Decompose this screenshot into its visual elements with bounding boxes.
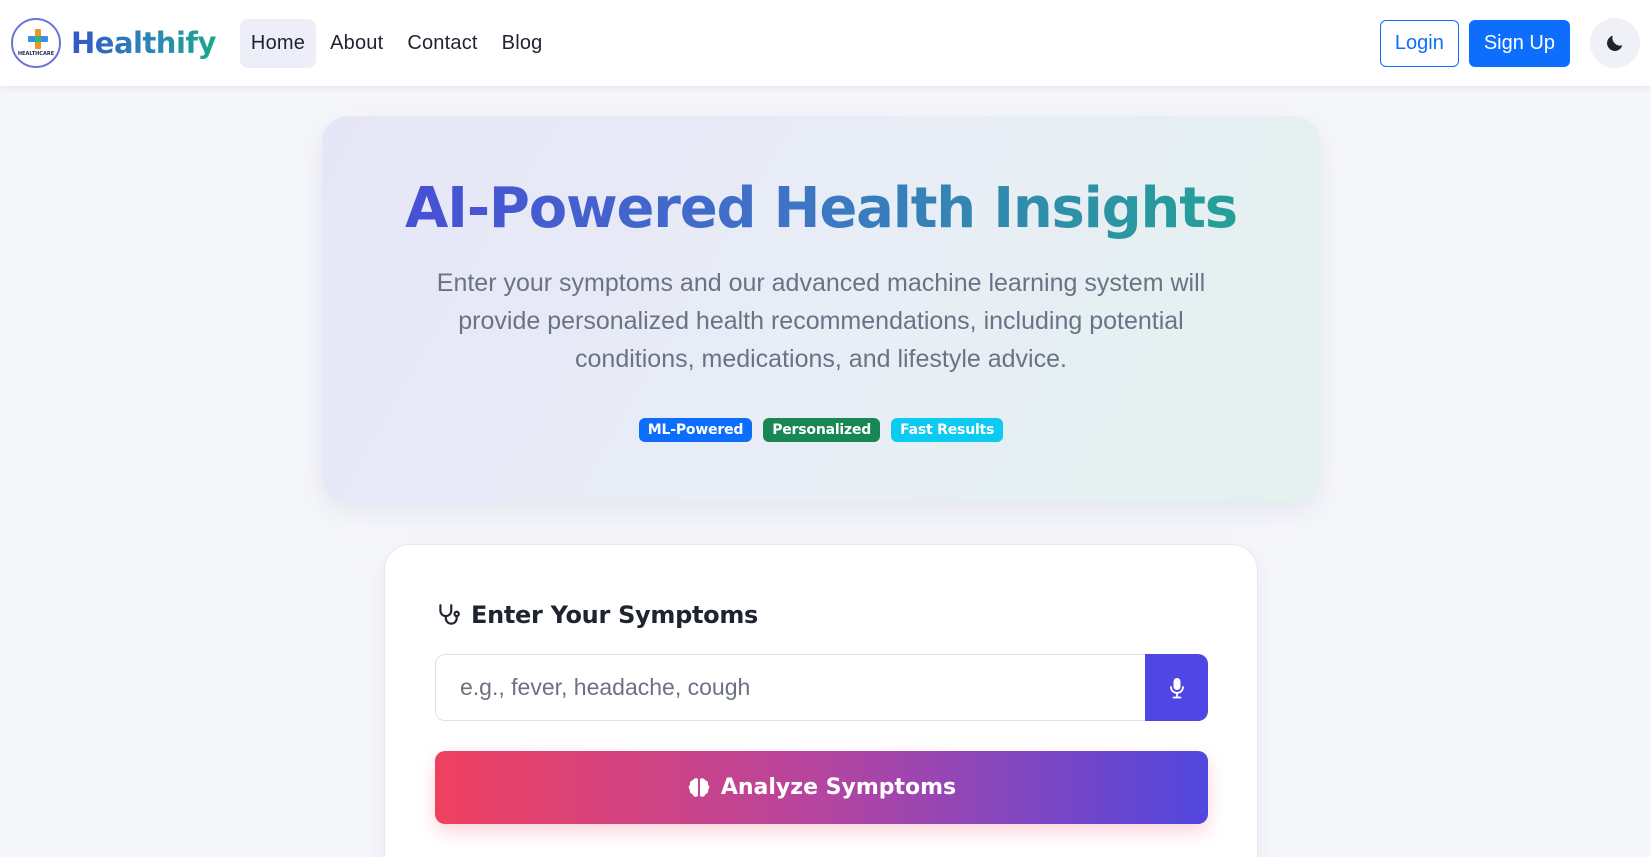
nav-contact-link[interactable]: Contact bbox=[397, 19, 487, 68]
badge-personalized: Personalized bbox=[763, 418, 881, 442]
login-button[interactable]: Login bbox=[1379, 19, 1459, 67]
symptom-input-group bbox=[435, 654, 1208, 721]
brand[interactable]: HEALTHCARE Healthify bbox=[11, 18, 216, 68]
symptom-card: Enter Your Symptoms Analyze Symptoms bbox=[384, 544, 1258, 857]
badge-fast-results: Fast Results bbox=[891, 418, 1004, 442]
theme-toggle-button[interactable] bbox=[1590, 18, 1640, 68]
hero-section: AI-Powered Health Insights Enter your sy… bbox=[322, 116, 1320, 502]
signup-button[interactable]: Sign Up bbox=[1468, 19, 1570, 67]
microphone-icon bbox=[1169, 677, 1184, 698]
medical-cross-logo-icon: HEALTHCARE bbox=[11, 18, 61, 68]
voice-input-button[interactable] bbox=[1145, 654, 1208, 721]
nav-about-link[interactable]: About bbox=[320, 19, 393, 68]
symptom-card-title: Enter Your Symptoms bbox=[435, 601, 758, 629]
stethoscope-icon bbox=[439, 604, 460, 625]
badge-ml-powered: ML-Powered bbox=[638, 418, 753, 442]
nav-blog-link[interactable]: Blog bbox=[492, 19, 553, 68]
analyze-symptoms-button[interactable]: Analyze Symptoms bbox=[435, 751, 1208, 824]
hero-subtitle: Enter your symptoms and our advanced mac… bbox=[436, 269, 1206, 373]
symptom-input[interactable] bbox=[435, 654, 1145, 721]
feature-badges: ML-Powered Personalized Fast Results bbox=[322, 418, 1320, 442]
hero-title: AI-Powered Health Insights bbox=[322, 178, 1320, 240]
brain-icon bbox=[688, 777, 710, 797]
top-navbar: HEALTHCARE Healthify Home About Contact … bbox=[0, 0, 1651, 86]
moon-icon bbox=[1607, 35, 1623, 51]
nav-links: Home About Contact Blog bbox=[239, 18, 553, 68]
nav-actions: Login Sign Up bbox=[1379, 18, 1640, 68]
nav-home-link[interactable]: Home bbox=[239, 18, 317, 68]
brand-name: Healthify bbox=[71, 26, 216, 60]
